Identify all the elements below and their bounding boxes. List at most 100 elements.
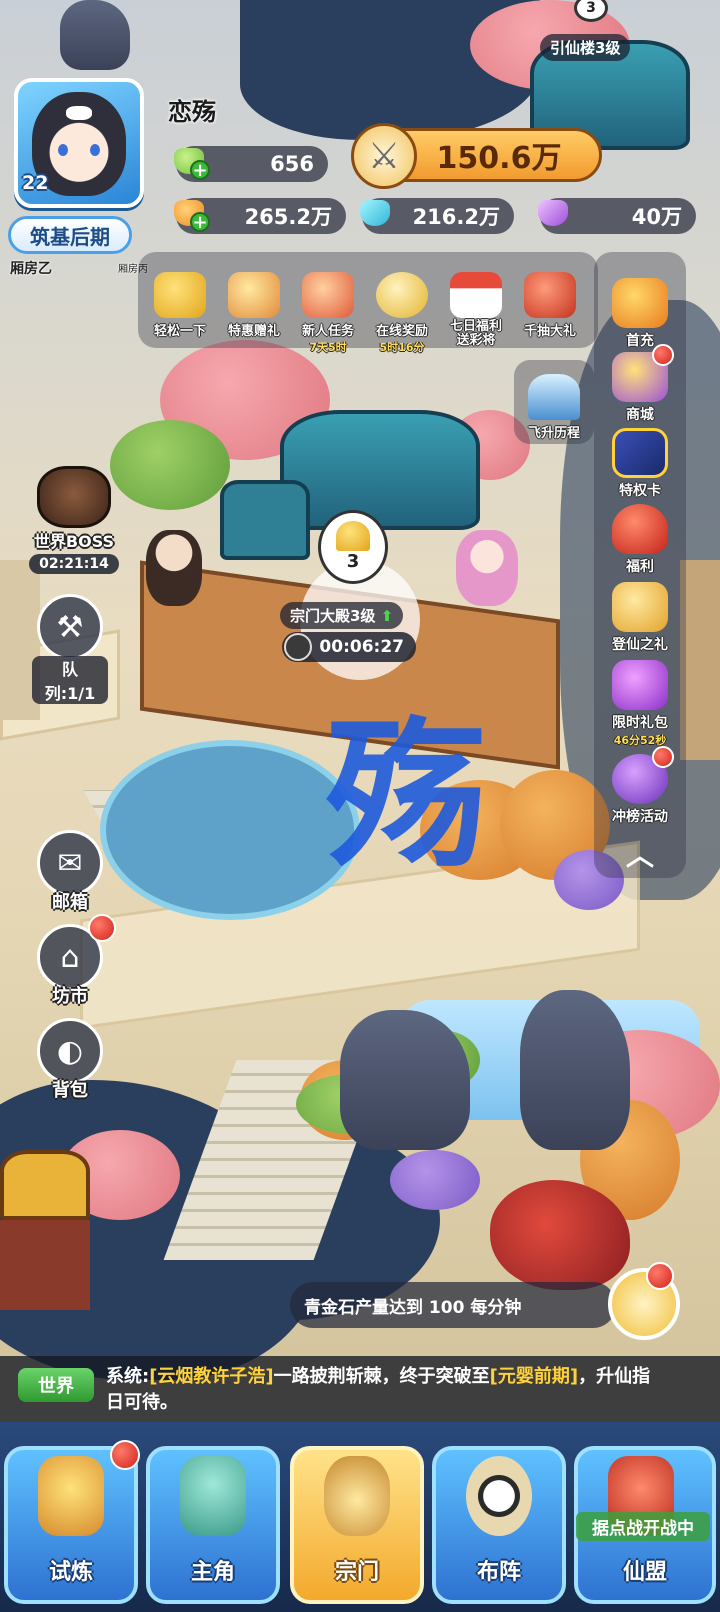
stamina-bar[interactable]: + 656	[174, 146, 328, 182]
limited-pack-label: 限时礼包	[612, 715, 668, 731]
immortal-gift-icon	[612, 582, 668, 632]
notification-dot	[88, 914, 116, 942]
bag-icon: ◐	[37, 1018, 103, 1084]
controller-icon	[154, 272, 206, 318]
thousand-draw-button[interactable]: 千抽大礼	[514, 252, 586, 339]
relax-button[interactable]: 轻松一下	[144, 252, 216, 339]
chat-message: 系统:[云烟教许子浩]一路披荆斩棘，终于突破至[元婴前期]，升仙指日可待。	[106, 1364, 666, 1416]
privilege-card-button[interactable]: 特权卡	[594, 428, 686, 500]
online-reward-timer: 5时16分	[379, 341, 425, 354]
spirit-fruit-icon: +	[170, 194, 210, 234]
nav-sect-label: 宗门	[334, 1560, 379, 1585]
pavilion-building[interactable]	[0, 1140, 110, 1330]
shop-label: 商城	[626, 407, 654, 423]
market-button[interactable]: ⌂ 坊市	[32, 914, 116, 1008]
notification-dot	[110, 1440, 140, 1470]
player-level: 22	[22, 172, 49, 194]
production-notice-text: 青金石产量达到 100 每分钟	[304, 1297, 522, 1318]
ranking-event-button[interactable]: 冲榜活动	[594, 746, 686, 826]
room-label: 厢房乙	[10, 261, 52, 277]
blue-gem-bar[interactable]: 216.2万	[360, 198, 514, 234]
first-charge-button[interactable]: 首充	[594, 278, 686, 350]
nav-sect[interactable]: 宗门	[290, 1446, 424, 1604]
limited-pack-timer: 46分52秒	[613, 734, 667, 747]
hammer-icon: ⚒	[37, 594, 103, 660]
immortal-gift-label: 登仙之礼	[612, 637, 668, 653]
crystal-mountain-icon	[528, 374, 580, 420]
spirit-fruit-value: 265.2万	[244, 205, 332, 229]
chevron-up-icon[interactable]: ︿	[620, 834, 660, 872]
ranking-event-label: 冲榜活动	[612, 809, 668, 825]
combat-power-bar[interactable]: ⚔ 150.6万	[351, 123, 602, 189]
world-chat-bar[interactable]: 世界 系统:[云烟教许子浩]一路披荆斩棘，终于突破至[元婴前期]，升仙指日可待。	[0, 1356, 720, 1427]
queue-label: 队列:1/1	[32, 656, 108, 704]
player-name: 恋殇	[168, 98, 216, 126]
scroll-task-button[interactable]	[608, 1262, 680, 1340]
disciple-character[interactable]	[146, 530, 202, 606]
purple-tree	[390, 1150, 480, 1210]
sect-hall-label-text: 宗门大殿3级	[290, 607, 376, 625]
newbie-quest-label: 新人任务	[301, 324, 354, 339]
first-charge-label: 首充	[626, 333, 654, 349]
nav-hero[interactable]: 主角	[146, 1446, 280, 1604]
immortal-gift-button[interactable]: 登仙之礼	[594, 582, 686, 654]
trial-shrine-icon	[38, 1456, 104, 1536]
purple-gem-icon	[534, 194, 574, 234]
stamina-fruit-icon: +	[170, 142, 210, 182]
sect-hall-label[interactable]: 宗门大殿3级 ⬆	[280, 602, 404, 629]
combat-power-value: 150.6万	[436, 141, 562, 176]
sect-cauldron-icon	[324, 1456, 390, 1536]
alliance-war-banner: 据点战开战中	[576, 1512, 710, 1541]
yinxian-tower-label[interactable]: 引仙楼3级	[540, 34, 631, 61]
chat-prefix: 系统:	[106, 1366, 150, 1387]
purple-gem-bar[interactable]: 40万	[538, 198, 696, 234]
calendar-icon	[450, 272, 502, 318]
pink-disciple-character[interactable]	[456, 530, 518, 606]
seven-day-welfare-label: 七日福利 送彩将	[449, 319, 502, 348]
scroll-quest-icon	[302, 272, 354, 318]
production-notice: 青金石产量达到 100 每分钟	[290, 1282, 616, 1328]
mail-button[interactable]: ✉ 邮箱	[32, 830, 108, 914]
tower-level-number: 3	[586, 0, 596, 16]
spirit-fruit-bar[interactable]: + 265.2万	[174, 198, 346, 234]
mail-label: 邮箱	[52, 892, 88, 913]
online-reward-button[interactable]: 在线奖励 5时16分	[366, 252, 438, 355]
welfare-button[interactable]: 福利	[594, 504, 686, 576]
chest-icon	[524, 272, 576, 318]
queue-button[interactable]: ⚒ 队列:1/1	[32, 594, 108, 704]
bag-button[interactable]: ◐ 背包	[32, 1018, 108, 1102]
market-label: 坊市	[52, 986, 88, 1007]
discount-gift-button[interactable]: 特惠赠礼	[218, 252, 290, 339]
upgrade-arrow-icon: ⬆	[380, 607, 394, 625]
seven-day-welfare-button[interactable]: 七日福利 送彩将	[440, 252, 512, 348]
nav-alliance[interactable]: 据点战开战中 仙盟	[574, 1446, 716, 1604]
limited-pack-button[interactable]: 限时礼包 46分52秒	[594, 660, 686, 748]
rock	[520, 990, 630, 1150]
hammer-icon	[284, 633, 312, 661]
shop-button[interactable]: 商城	[594, 344, 686, 424]
nav-hero-label: 主角	[190, 1560, 235, 1585]
cultivation-rank[interactable]: 筑基后期	[8, 216, 132, 254]
gift-box-icon	[228, 272, 280, 318]
world-boss-button[interactable]: 世界BOSS 02:21:14	[18, 466, 130, 574]
privilege-card-icon	[612, 428, 668, 478]
clock-icon	[376, 272, 428, 318]
chat-realm: [元婴前期]	[489, 1366, 579, 1387]
world-boss-label: 世界BOSS	[33, 532, 115, 551]
welfare-label: 福利	[626, 559, 654, 575]
nav-trial[interactable]: 试炼	[4, 1440, 140, 1604]
ascension-label: 飞升历程	[527, 426, 580, 441]
mail-icon: ✉	[37, 830, 103, 896]
relax-label: 轻松一下	[153, 324, 206, 339]
nav-formation-label: 布阵	[476, 1560, 521, 1585]
sect-hall-level-bubble[interactable]: 3	[318, 510, 388, 584]
boss-face-icon	[37, 466, 111, 528]
privilege-card-label: 特权卡	[619, 483, 661, 499]
rock	[60, 0, 130, 70]
nav-formation[interactable]: 布阵	[432, 1446, 566, 1604]
stamina-value: 656	[270, 152, 314, 176]
chat-channel-tag[interactable]: 世界	[18, 1368, 94, 1402]
newbie-quest-button[interactable]: 新人任务 7天5时	[292, 252, 364, 355]
purple-gem-value: 40万	[631, 205, 682, 229]
ascension-button[interactable]: 飞升历程	[514, 360, 594, 444]
